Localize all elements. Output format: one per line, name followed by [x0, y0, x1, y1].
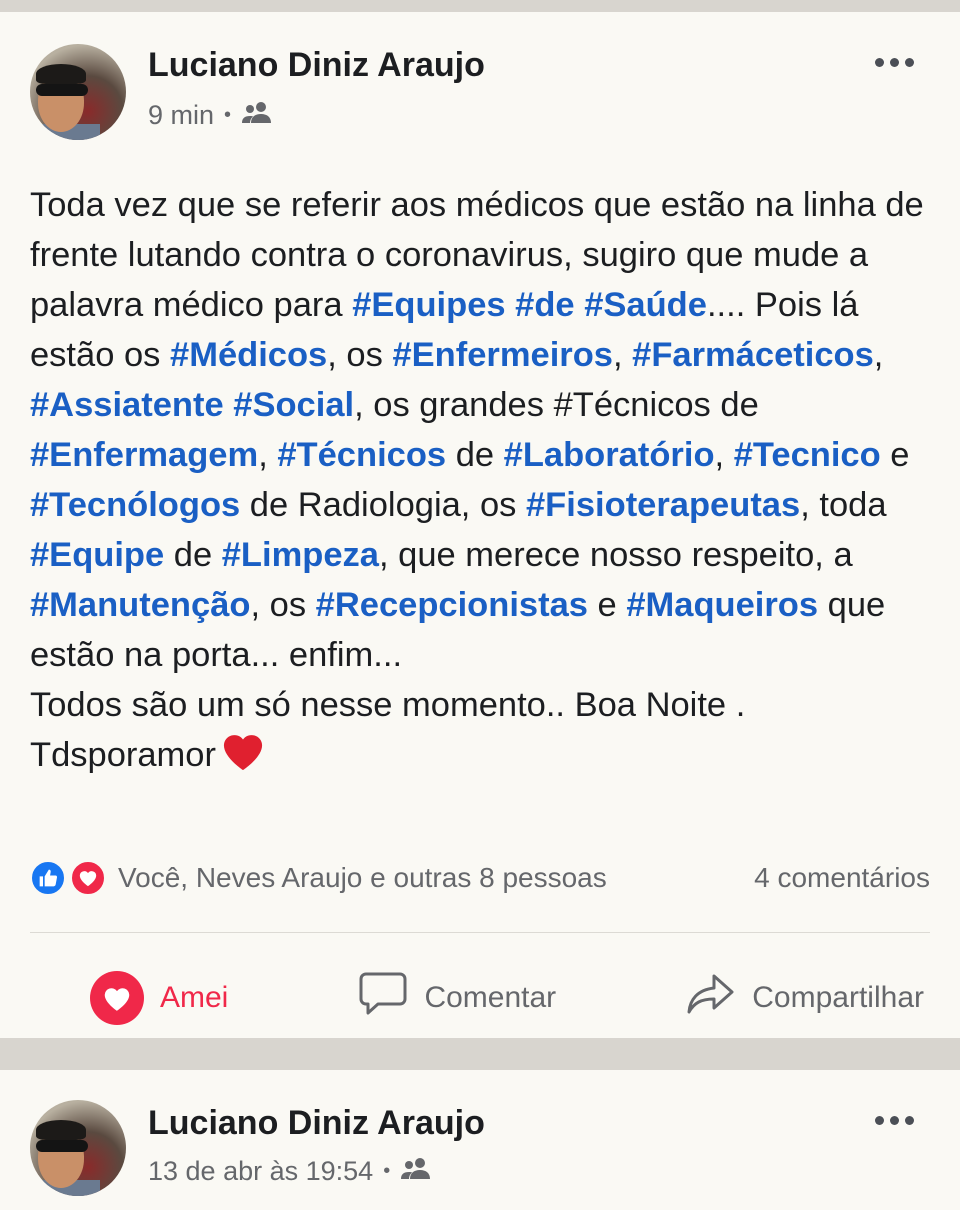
comments-count[interactable]: 4 comentários — [754, 862, 930, 894]
post-text: , os — [327, 336, 393, 374]
separator-dot: • — [383, 1160, 391, 1182]
hashtag-link[interactable]: #Equipes — [352, 286, 505, 324]
author-avatar[interactable] — [30, 44, 126, 140]
reaction-icons — [30, 859, 110, 897]
red-heart-icon — [220, 730, 266, 786]
heart-icon — [90, 971, 144, 1025]
post-text — [575, 286, 585, 324]
reactions-summary[interactable]: Você, Neves Araujo e outras 8 pessoas — [118, 862, 607, 894]
hashtag-link[interactable]: #Recepcionistas — [316, 586, 588, 624]
post-text: de — [446, 436, 504, 474]
hashtag-link[interactable]: #Enfermeiros — [392, 336, 613, 374]
share-icon — [686, 972, 736, 1024]
hashtag-link[interactable]: #Fisioterapeutas — [526, 486, 800, 524]
author-name[interactable]: Luciano Diniz Araujo — [148, 46, 485, 85]
post-text: e — [880, 436, 910, 474]
post-card: Luciano Diniz Araujo 13 de abr às 19:54 … — [0, 1070, 960, 1210]
divider — [30, 932, 930, 933]
hashtag-link[interactable]: #Saúde — [584, 286, 707, 324]
post-time[interactable]: 13 de abr às 19:54 — [148, 1156, 373, 1187]
hashtag-link[interactable]: #Enfermagem — [30, 436, 258, 474]
post-text: , — [612, 336, 633, 374]
post-text: , que merece nosso respeito, a — [378, 536, 853, 574]
post-text: de — [164, 536, 222, 574]
post-actions: Amei Comentar Compartilhar — [30, 956, 930, 1040]
comment-button[interactable]: Comentar — [358, 971, 556, 1025]
post-text: , toda — [800, 486, 887, 524]
hashtag-link[interactable]: #Técnicos — [277, 436, 446, 474]
hashtag-link[interactable]: #Laboratório — [504, 436, 715, 474]
hashtag-link[interactable]: #Limpeza — [222, 536, 379, 574]
hashtag-link[interactable]: #Farmáceticos — [632, 336, 874, 374]
hashtag-link[interactable]: #Manutenção — [30, 586, 250, 624]
author-name[interactable]: Luciano Diniz Araujo — [148, 1104, 485, 1143]
comment-label: Comentar — [424, 981, 557, 1014]
friends-icon[interactable] — [400, 1156, 432, 1187]
post-text: , os grandes #Técnicos de — [354, 386, 759, 424]
post-time[interactable]: 9 min — [148, 100, 214, 131]
hashtag-link[interactable]: #Social — [233, 386, 354, 424]
share-label: Compartilhar — [752, 981, 924, 1014]
post-meta: 13 de abr às 19:54 • — [148, 1156, 432, 1187]
post-meta: 9 min • — [148, 100, 273, 131]
author-avatar[interactable] — [30, 1100, 126, 1196]
post-text: Todos são um só nesse momento.. Boa Noit… — [30, 686, 746, 724]
post-text: , — [873, 336, 884, 374]
share-button[interactable]: Compartilhar — [686, 972, 924, 1024]
post-text: , os — [250, 586, 316, 624]
post-text: , — [714, 436, 734, 474]
post-text: , — [258, 436, 278, 474]
friends-icon[interactable] — [241, 100, 273, 131]
post-text: de Radiologia, os — [240, 486, 526, 524]
more-options-icon[interactable] — [875, 58, 914, 67]
love-label: Amei — [160, 981, 229, 1014]
separator-dot: • — [224, 104, 232, 126]
post-card: Luciano Diniz Araujo 9 min • Toda vez qu… — [0, 12, 960, 1038]
hashtag-link[interactable]: #Tecnico — [734, 436, 881, 474]
post-text: e — [587, 586, 627, 624]
hashtag-link[interactable]: #de — [515, 286, 574, 324]
post-text: Tdsporamor — [30, 736, 216, 774]
reactions-bar[interactable]: Você, Neves Araujo e outras 8 pessoas 4 … — [30, 858, 930, 898]
hashtag-link[interactable]: #Maqueiros — [626, 586, 818, 624]
hashtag-link[interactable]: #Assiatente — [30, 386, 224, 424]
like-reaction-icon — [30, 860, 66, 896]
hashtag-link[interactable]: #Equipe — [30, 536, 164, 574]
post-body: Toda vez que se referir aos médicos que … — [30, 180, 930, 786]
post-text — [224, 386, 234, 424]
more-options-icon[interactable] — [875, 1116, 914, 1125]
hashtag-link[interactable]: #Tecnólogos — [30, 486, 240, 524]
comment-icon — [358, 971, 408, 1025]
post-text — [506, 286, 516, 324]
hashtag-link[interactable]: #Médicos — [170, 336, 327, 374]
love-reaction-icon — [70, 860, 106, 896]
love-button[interactable]: Amei — [90, 971, 228, 1025]
